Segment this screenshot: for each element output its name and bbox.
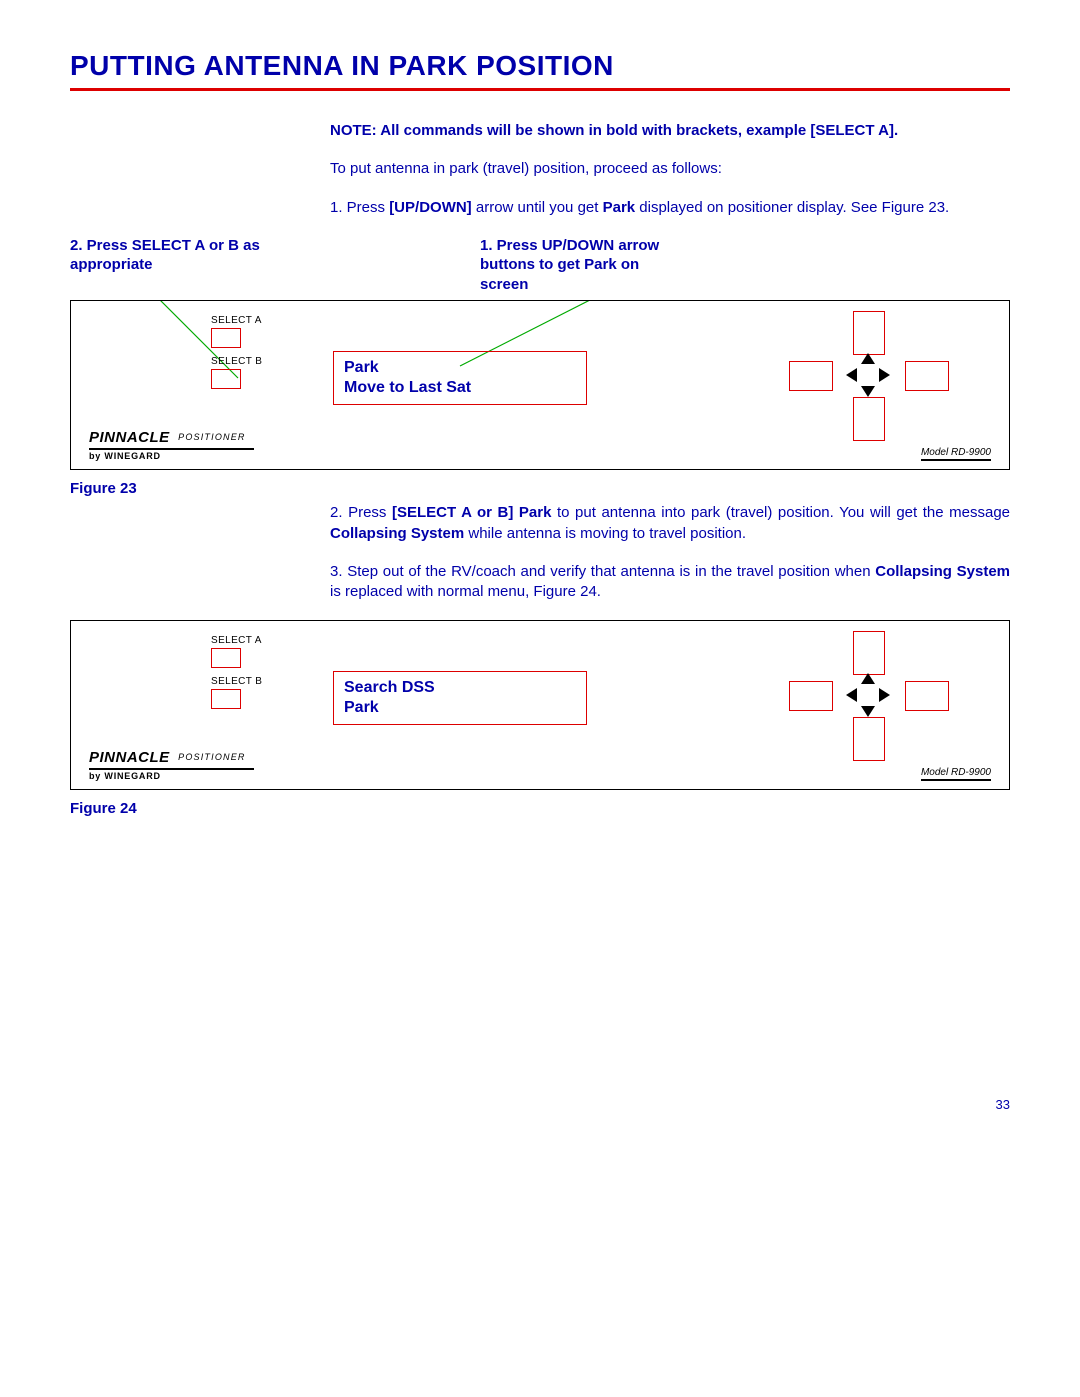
brand-by: by WINEGARD xyxy=(89,451,254,461)
select-a-button[interactable] xyxy=(211,648,241,668)
t: 3. Step out of the RV/coach and verify t… xyxy=(330,563,875,580)
brand-sub: POSITIONER xyxy=(178,752,246,762)
t: to put antenna into park (travel) positi… xyxy=(551,504,1010,521)
figure-23-wrap: SELECT A SELECT B Park Move to Last Sat … xyxy=(70,300,1010,470)
select-a-label: SELECT A xyxy=(211,635,262,646)
intro-text: To put antenna in park (travel) position… xyxy=(330,159,1010,179)
left-button[interactable] xyxy=(789,681,833,711)
page-title: PUTTING ANTENNA IN PARK POSITION xyxy=(70,50,1010,91)
right-button[interactable] xyxy=(905,361,949,391)
right-button[interactable] xyxy=(905,681,949,711)
model-label: Model RD-9900 xyxy=(921,767,991,781)
brand-name: PINNACLE xyxy=(89,429,170,446)
lcd-display-24: Search DSS Park xyxy=(333,671,587,725)
t: is replaced with normal menu, Figure 24. xyxy=(330,583,601,600)
brand-name: PINNACLE xyxy=(89,749,170,766)
dpad-arrows-icon xyxy=(846,673,890,717)
t: 2. Press xyxy=(330,504,392,521)
brand-row: PINNACLE POSITIONER by WINEGARD Model RD… xyxy=(89,429,991,461)
select-group: SELECT A SELECT B xyxy=(211,315,262,397)
dpad xyxy=(789,631,949,761)
figure-24-wrap: SELECT A SELECT B Search DSS Park PINNAC… xyxy=(70,620,1010,790)
note-text: NOTE: All commands will be shown in bold… xyxy=(330,121,1010,141)
select-group: SELECT A SELECT B xyxy=(211,635,262,717)
brand-row: PINNACLE POSITIONER by WINEGARD Model RD… xyxy=(89,749,991,781)
lcd-display-23: Park Move to Last Sat xyxy=(333,351,587,405)
positioner-panel-23: SELECT A SELECT B Park Move to Last Sat … xyxy=(70,300,1010,470)
figure-23-caption: Figure 23 xyxy=(70,480,1010,497)
positioner-panel-24: SELECT A SELECT B Search DSS Park PINNAC… xyxy=(70,620,1010,790)
t: while antenna is moving to travel positi… xyxy=(464,525,746,542)
page-number: 33 xyxy=(70,1097,1010,1112)
callout-row: 2. Press SELECT A or B as appropriate 1.… xyxy=(70,236,1010,295)
select-b-label: SELECT B xyxy=(211,676,262,687)
dpad-arrows-icon xyxy=(846,353,890,397)
t: [UP/DOWN] xyxy=(389,199,472,216)
step-1: 1. Press [UP/DOWN] arrow until you get P… xyxy=(330,198,1010,218)
t: Collapsing System xyxy=(330,525,464,542)
model-label: Model RD-9900 xyxy=(921,447,991,461)
callout-updown: 1. Press UP/DOWN arrow buttons to get Pa… xyxy=(480,236,690,295)
step-2: 2. Press [SELECT A or B] Park to put ant… xyxy=(330,503,1010,544)
select-a-label: SELECT A xyxy=(211,315,262,326)
lcd-line1: Park xyxy=(344,358,576,378)
select-b-button[interactable] xyxy=(211,689,241,709)
t: Park xyxy=(603,199,636,216)
step-3: 3. Step out of the RV/coach and verify t… xyxy=(330,562,1010,603)
select-a-button[interactable] xyxy=(211,328,241,348)
t: 1. Press xyxy=(330,199,389,216)
left-button[interactable] xyxy=(789,361,833,391)
up-button[interactable] xyxy=(853,311,885,355)
brand-sub: POSITIONER xyxy=(178,432,246,442)
lcd-line1: Search DSS xyxy=(344,678,576,698)
t: arrow until you get xyxy=(472,199,603,216)
select-b-button[interactable] xyxy=(211,369,241,389)
lcd-line2: Move to Last Sat xyxy=(344,378,576,398)
t: [SELECT A or B] Park xyxy=(392,504,551,521)
t: Collapsing System xyxy=(875,563,1010,580)
dpad xyxy=(789,311,949,441)
brand-by: by WINEGARD xyxy=(89,771,254,781)
up-button[interactable] xyxy=(853,631,885,675)
select-b-label: SELECT B xyxy=(211,356,262,367)
callout-select: 2. Press SELECT A or B as appropriate xyxy=(70,236,280,295)
t: displayed on positioner display. See Fig… xyxy=(635,199,949,216)
lcd-line2: Park xyxy=(344,698,576,718)
figure-24-caption: Figure 24 xyxy=(70,800,1010,817)
